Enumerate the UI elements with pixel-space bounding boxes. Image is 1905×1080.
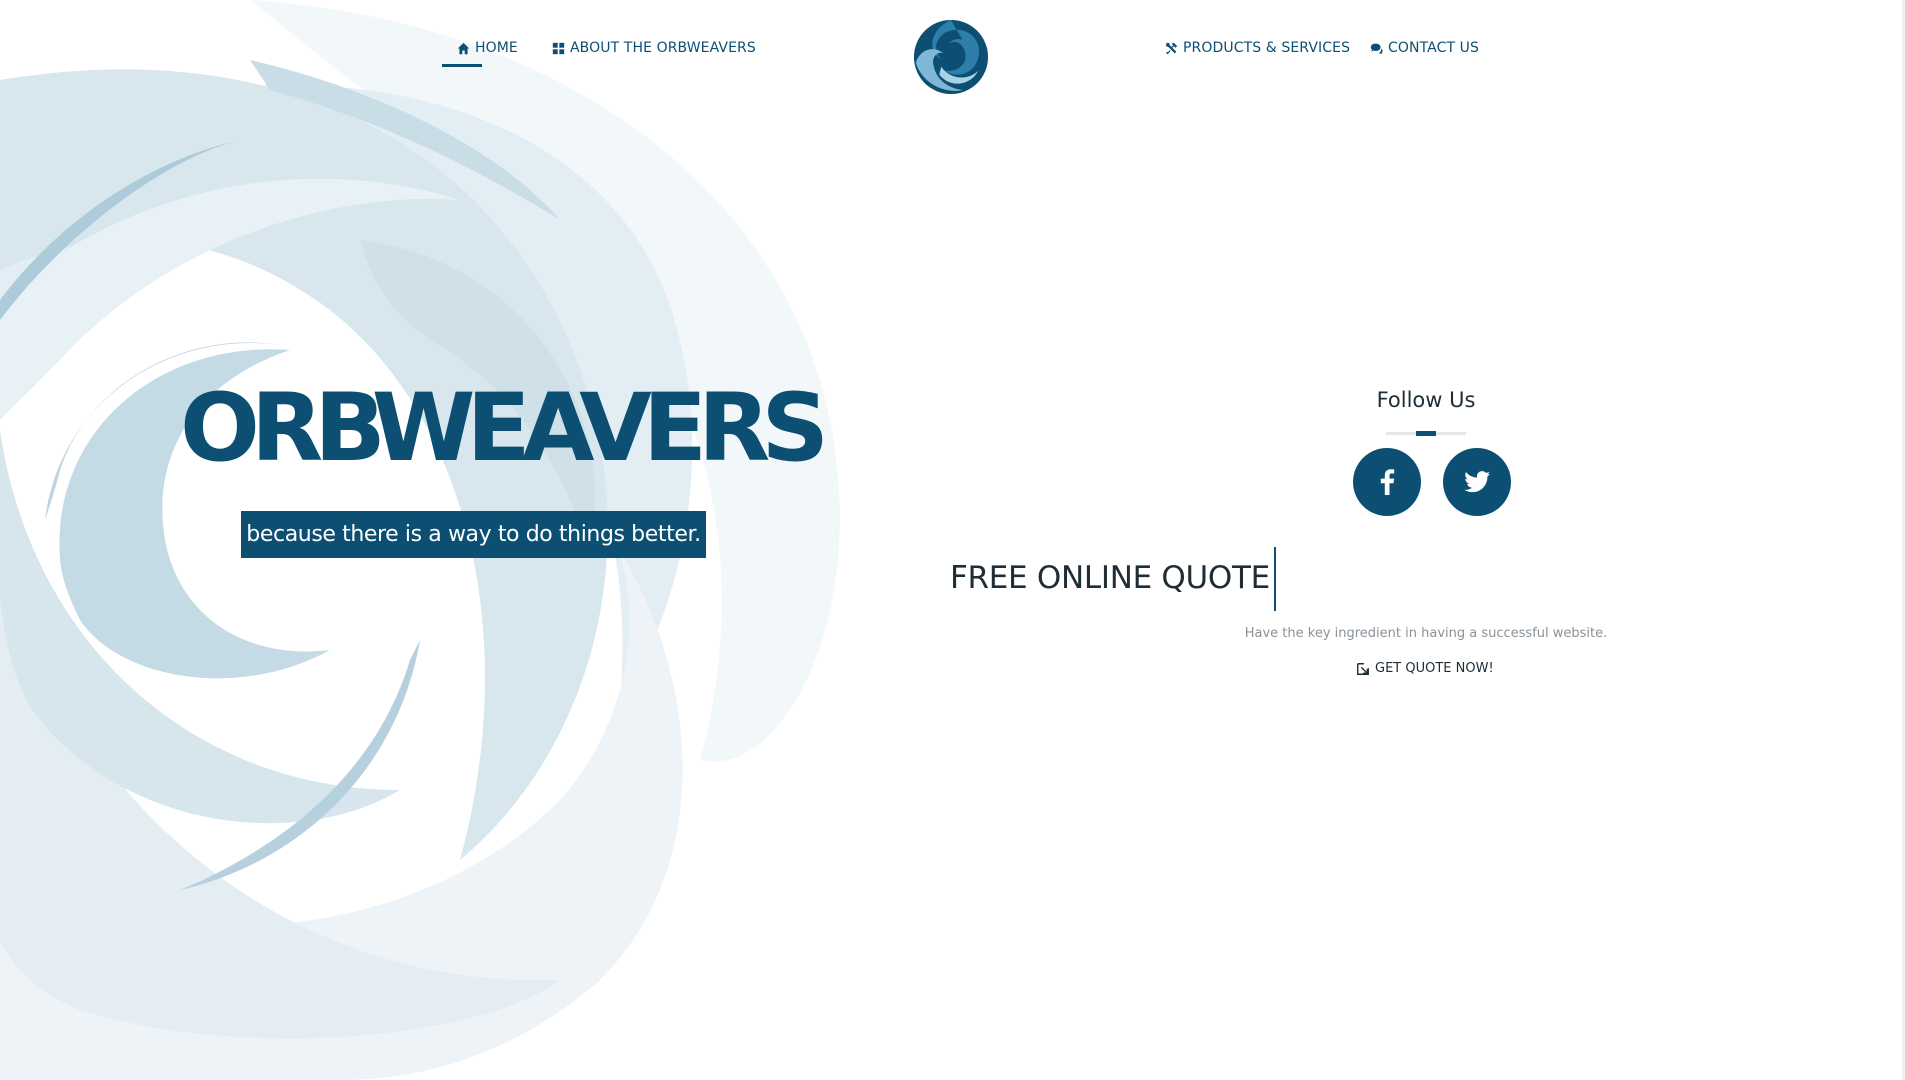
free-online-quote-heading: FREE ONLINE QUOTE (950, 560, 1270, 596)
nav-about-label: ABOUT THE ORBWEAVERS (570, 40, 756, 56)
grid-icon (552, 42, 565, 54)
twitter-icon (1464, 471, 1490, 493)
facebook-icon (1380, 469, 1395, 495)
get-quote-button[interactable]: GET QUOTE NOW! (1356, 661, 1494, 676)
facebook-button[interactable] (1353, 448, 1421, 516)
nav-home-label: HOME (475, 40, 518, 56)
orbweavers-logo[interactable] (912, 18, 990, 96)
home-icon (457, 42, 470, 54)
nav-contact[interactable]: CONTACT US (1370, 40, 1479, 56)
nav-contact-label: CONTACT US (1388, 40, 1479, 56)
nav-products-services[interactable]: PRODUCTS & SERVICES (1165, 40, 1350, 56)
get-quote-label: GET QUOTE NOW! (1375, 661, 1494, 676)
nav-home[interactable]: HOME (442, 40, 518, 67)
external-link-icon (1357, 662, 1369, 675)
hero-title: ORBWEAVERS (180, 374, 829, 483)
quote-description: Have the key ingredient in having a succ… (1244, 626, 1608, 641)
chat-bubbles-icon (1370, 43, 1383, 54)
follow-divider (1386, 431, 1466, 436)
tools-icon (1165, 42, 1178, 54)
quote-divider-bar (1274, 547, 1276, 611)
hero-tagline: because there is a way to do things bett… (241, 511, 706, 558)
twitter-button[interactable] (1443, 448, 1511, 516)
nav-about[interactable]: ABOUT THE ORBWEAVERS (552, 40, 756, 56)
follow-us-heading: Follow Us (1376, 388, 1476, 412)
active-nav-indicator (442, 64, 482, 67)
nav-products-label: PRODUCTS & SERVICES (1183, 40, 1351, 56)
